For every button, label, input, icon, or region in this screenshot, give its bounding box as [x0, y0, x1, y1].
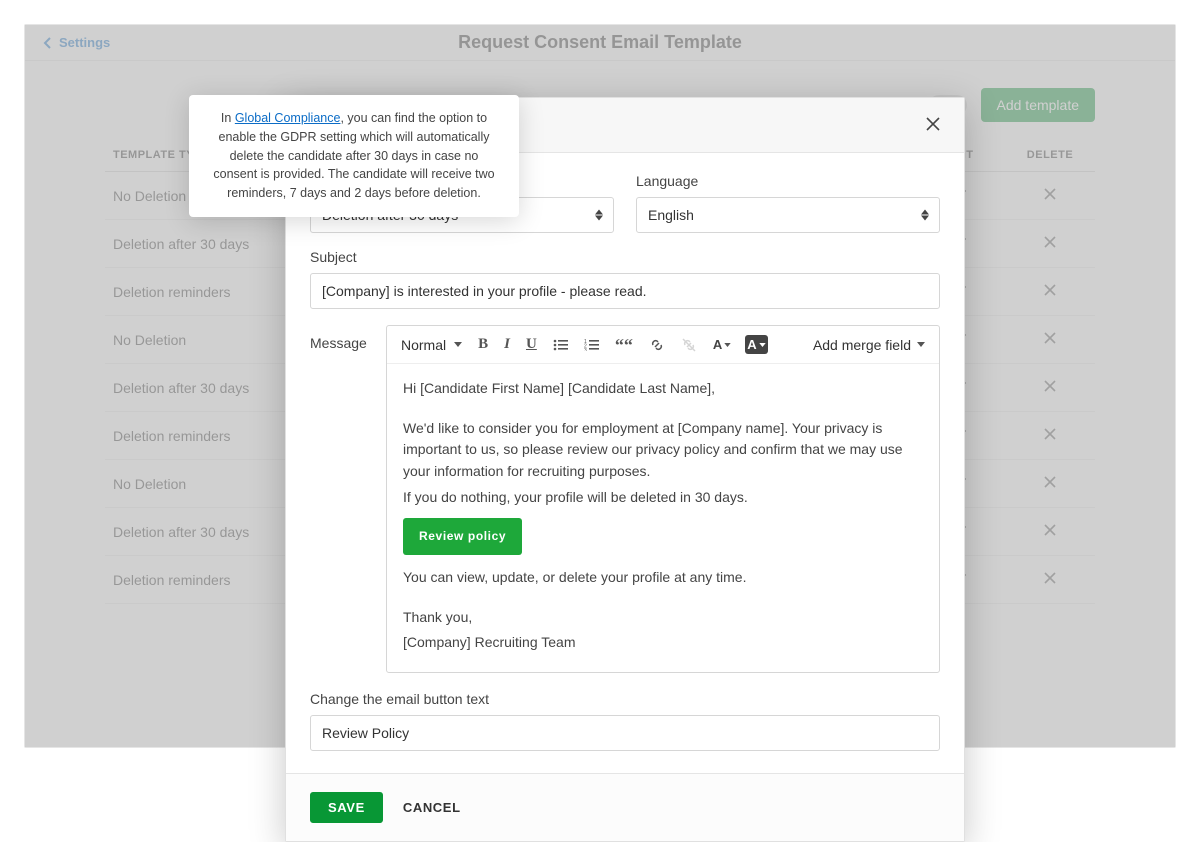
svg-text:3: 3 [584, 348, 587, 351]
merge-label: Add merge field [813, 337, 911, 353]
bold-button[interactable]: B [476, 334, 490, 355]
editor-toolbar: Normal B I U 123 ““ A A [387, 326, 939, 364]
info-tooltip: In Global Compliance, you can find the o… [189, 95, 519, 217]
message-editor: Normal B I U 123 ““ A A [386, 325, 940, 673]
subject-input[interactable]: [Company] is interested in your profile … [310, 273, 940, 309]
review-policy-button[interactable]: Review policy [403, 518, 522, 555]
button-text-label: Change the email button text [310, 691, 940, 707]
msg-p2: If you do nothing, your profile will be … [403, 487, 923, 509]
cancel-button[interactable]: CANCEL [403, 800, 461, 815]
unlink-button[interactable] [679, 335, 699, 355]
add-merge-field-button[interactable]: Add merge field [811, 335, 927, 355]
caret-down-icon [724, 343, 731, 347]
message-label: Message [310, 335, 367, 351]
caret-down-icon [917, 342, 925, 347]
msg-p5: [Company] Recruiting Team [403, 632, 923, 654]
language-field: Language English [636, 173, 940, 233]
save-button[interactable]: SAVE [310, 792, 383, 823]
italic-button[interactable]: I [502, 334, 512, 355]
close-button[interactable] [924, 115, 942, 136]
global-compliance-link[interactable]: Global Compliance [235, 111, 341, 125]
msg-p3: You can view, update, or delete your pro… [403, 567, 923, 589]
text-color-button[interactable]: A [711, 335, 733, 354]
tooltip-before: In [221, 111, 235, 125]
paragraph-style-select[interactable]: Normal [399, 335, 464, 355]
caret-down-icon [759, 343, 766, 347]
language-value: English [648, 207, 694, 223]
sort-icon [595, 210, 603, 221]
editor-body[interactable]: Hi [Candidate First Name] [Candidate Las… [387, 364, 939, 672]
bulleted-list-button[interactable] [551, 337, 570, 353]
blockquote-button[interactable]: ““ [613, 338, 635, 352]
modal-footer: SAVE CANCEL [286, 773, 964, 841]
modal-body: Type i Deletion after 30 days Language [286, 153, 964, 773]
msg-greeting: Hi [Candidate First Name] [Candidate Las… [403, 378, 923, 400]
numbered-list-button[interactable]: 123 [582, 337, 601, 353]
caret-down-icon [454, 342, 462, 347]
sort-icon [921, 210, 929, 221]
highlight-color-button[interactable]: A [745, 335, 767, 354]
close-icon [924, 115, 942, 133]
paragraph-style-value: Normal [401, 337, 446, 353]
msg-p4: Thank you, [403, 607, 923, 629]
subject-field: Subject [Company] is interested in your … [310, 249, 940, 309]
button-text-field: Change the email button text Review Poli… [310, 691, 940, 751]
link-button[interactable] [647, 335, 667, 355]
page-frame: Settings Request Consent Email Template … [24, 24, 1176, 748]
msg-p1: We'd like to consider you for employment… [403, 418, 923, 483]
underline-button[interactable]: U [524, 334, 539, 355]
subject-label: Subject [310, 249, 940, 265]
language-label: Language [636, 173, 940, 189]
button-text-input[interactable]: Review Policy [310, 715, 940, 751]
language-select[interactable]: English [636, 197, 940, 233]
